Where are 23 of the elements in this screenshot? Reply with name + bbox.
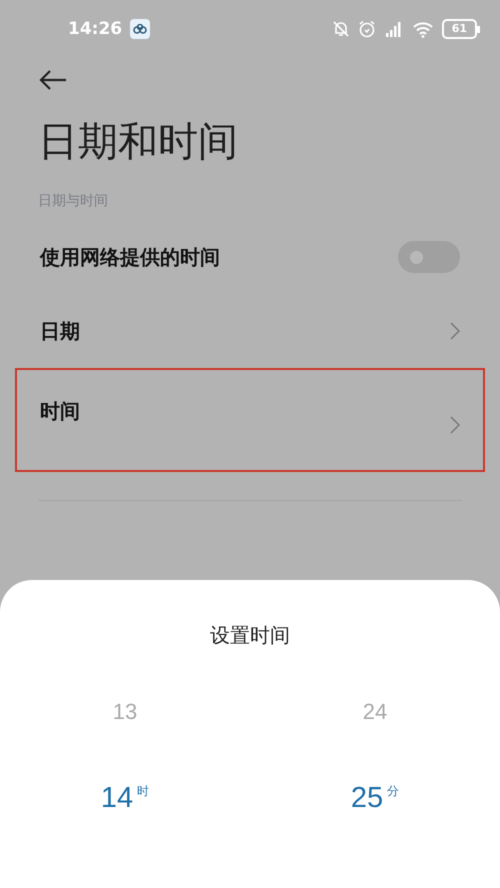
setting-label: 日期 [40, 318, 81, 344]
app-notification-icon [130, 19, 150, 39]
toggle-switch[interactable] [398, 241, 460, 273]
muted-bell-icon [332, 20, 350, 38]
alarm-icon [358, 20, 376, 38]
chevron-right-icon [450, 416, 460, 434]
section-header: 日期与时间 [38, 192, 109, 210]
setting-row[interactable]: 日期 [15, 294, 485, 368]
back-arrow-icon[interactable] [38, 68, 68, 92]
picker-value[interactable]: 25 [350, 782, 384, 814]
sheet-title: 设置时间 [209, 622, 291, 649]
unit-label: 分 [387, 782, 400, 800]
highlighted-setting-row[interactable]: 时间 [15, 368, 485, 472]
picker-value[interactable]: 14 [100, 782, 134, 814]
chevron-right-icon [450, 322, 460, 340]
setting-label: 时间 [40, 398, 81, 425]
setting-label: 使用网络提供的时间 [40, 244, 221, 270]
battery-icon: 61 [442, 19, 480, 39]
unit-label: 时 [137, 782, 150, 800]
page-title: 日期和时间 [38, 118, 239, 167]
wifi-icon [412, 20, 434, 38]
status-time: 14:26 [68, 19, 122, 39]
setting-row[interactable]: 使用网络提供的时间 [15, 220, 485, 294]
